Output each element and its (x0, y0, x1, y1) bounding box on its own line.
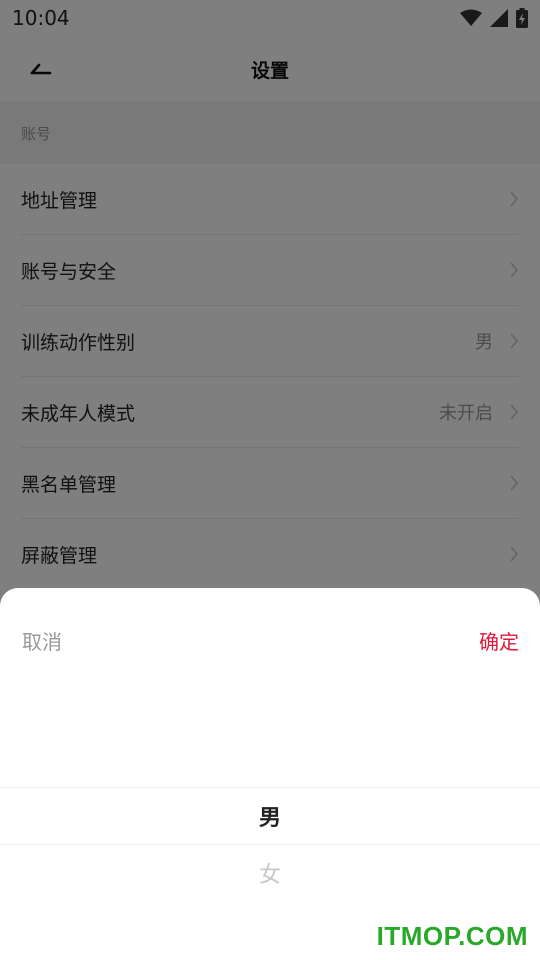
watermark: ITMOP.COM (376, 921, 528, 951)
gender-picker-sheet: 取消 确定 男 女 (0, 588, 540, 960)
picker-option-selected[interactable]: 男 (0, 788, 540, 844)
gender-picker-wheel[interactable]: 男 女 (0, 787, 540, 901)
picker-option[interactable]: 女 (0, 845, 540, 901)
cancel-button[interactable]: 取消 (22, 626, 62, 655)
confirm-button[interactable]: 确定 (479, 626, 519, 655)
